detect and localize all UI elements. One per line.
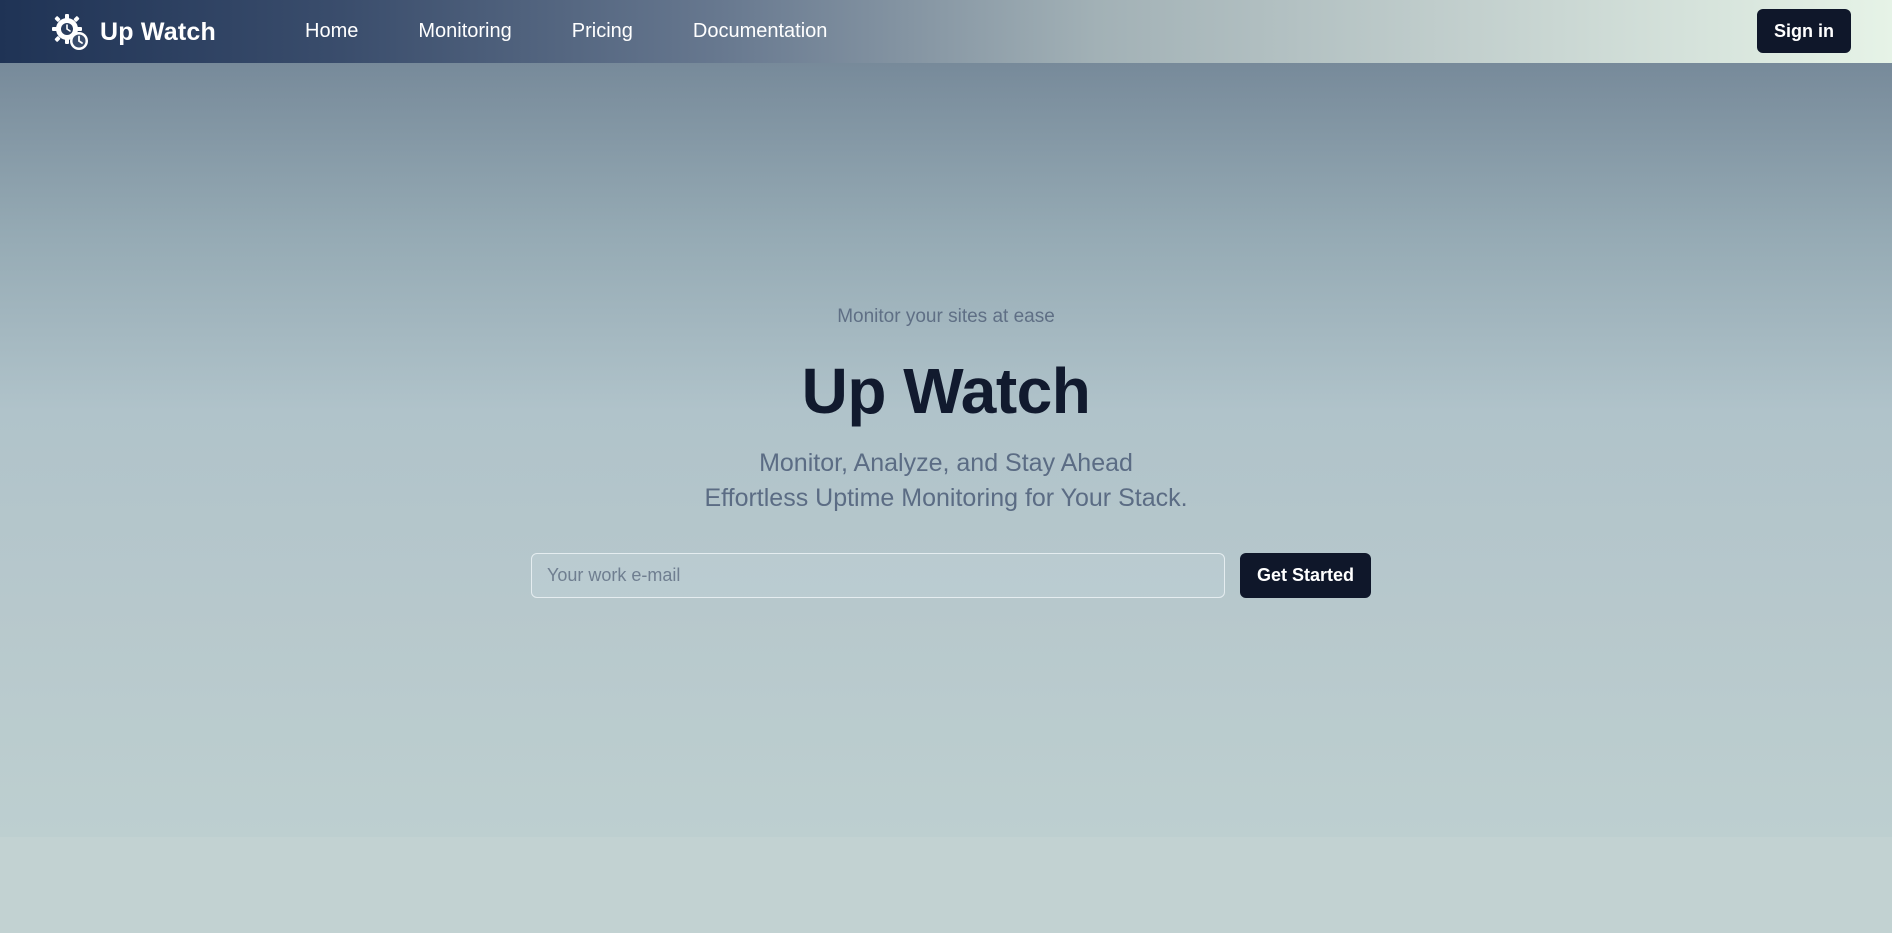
brand-name: Up Watch (100, 17, 216, 46)
nav-link-home[interactable]: Home (305, 20, 358, 43)
hero-subtitle: Monitor, Analyze, and Stay Ahead Effortl… (0, 446, 1892, 516)
hero-title: Up Watch (801, 355, 1091, 427)
nav-link-pricing[interactable]: Pricing (572, 20, 633, 43)
get-started-button[interactable]: Get Started (1240, 553, 1371, 598)
hero-subtitle-line-1: Monitor, Analyze, and Stay Ahead (759, 449, 1133, 477)
sign-in-button[interactable]: Sign in (1757, 9, 1851, 53)
hero-subtitle-line-2: Effortless Uptime Monitoring for Your St… (704, 484, 1188, 512)
nav-link-documentation[interactable]: Documentation (693, 20, 828, 43)
email-input[interactable] (531, 553, 1225, 598)
top-navbar: Up Watch Home Monitoring Pricing Documen… (0, 0, 1892, 63)
gear-clock-icon (52, 14, 88, 50)
hero-eyebrow: Monitor your sites at ease (837, 306, 1055, 327)
page-footer-band (0, 837, 1892, 933)
signup-form: Get Started (531, 553, 1371, 598)
brand-logo-link[interactable]: Up Watch (50, 13, 216, 51)
nav-link-monitoring[interactable]: Monitoring (418, 20, 511, 43)
main-nav: Home Monitoring Pricing Documentation (305, 0, 887, 63)
